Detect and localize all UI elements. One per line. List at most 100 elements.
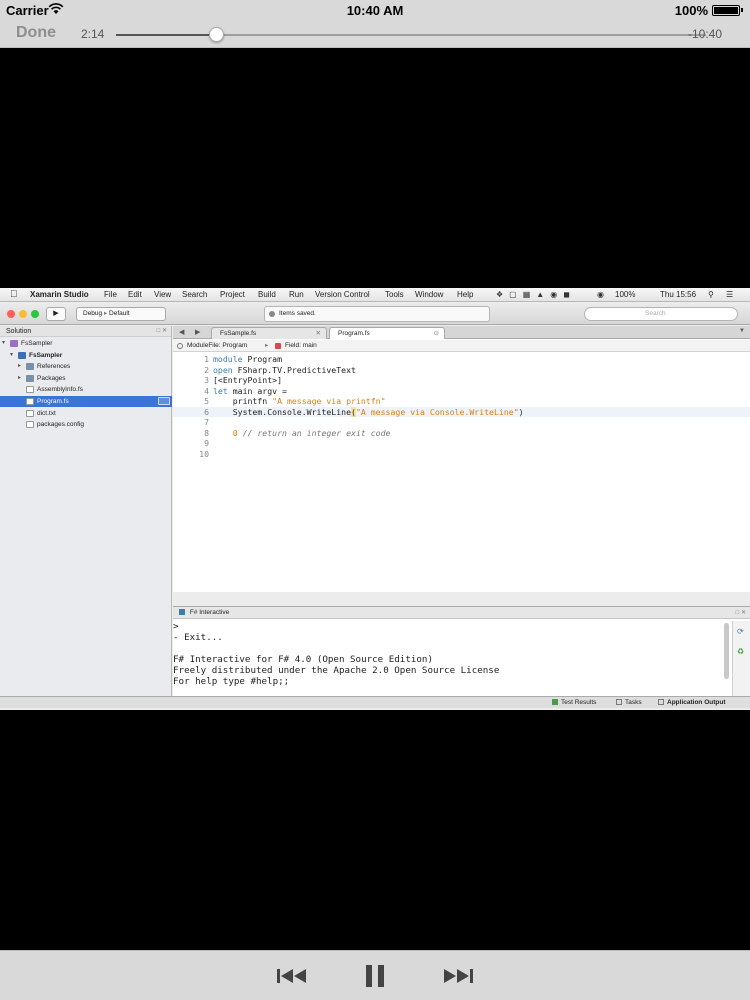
fsi-scrollbar[interactable] — [724, 623, 729, 679]
tab-back-icon[interactable]: ◀ — [179, 328, 184, 336]
menu-search[interactable]: Search — [182, 290, 207, 299]
code-line[interactable]: 1 module Program — [173, 354, 750, 365]
collapsed-arrow-icon[interactable]: ▸ — [18, 373, 21, 384]
notification-list-icon[interactable]: ☰ — [726, 290, 733, 299]
fsi-output-line: F# Interactive for F# 4.0 (Open Source E… — [173, 654, 433, 665]
wifi-tray-icon: ◉ — [597, 290, 604, 299]
tree-item-label: FsSampler — [21, 340, 53, 347]
menu-edit[interactable]: Edit — [128, 290, 142, 299]
pause-button[interactable] — [357, 963, 393, 989]
code-line[interactable]: 8 0 // return an integer exit code — [173, 428, 750, 439]
field-icon — [275, 343, 281, 349]
code-line[interactable]: 4 let main argv = — [173, 386, 750, 397]
menu-tools[interactable]: Tools — [385, 290, 404, 299]
pad-close-icon[interactable]: □ ✕ — [736, 607, 746, 619]
app-menu[interactable]: Xamarin Studio — [30, 290, 89, 299]
file-icon — [26, 398, 34, 405]
expanded-arrow-icon[interactable]: ▾ — [10, 350, 13, 361]
code-line[interactable]: 10 — [173, 449, 750, 460]
ide-status-box: Items saved. — [264, 306, 490, 322]
tree-item[interactable]: ▸ References — [0, 361, 172, 372]
clear-icon[interactable]: ♻ — [737, 647, 744, 656]
file-icon — [26, 409, 34, 417]
path-separator-icon: ▸ — [265, 342, 269, 349]
test-results-button[interactable]: Test Results — [552, 697, 596, 709]
menu-project[interactable]: Project — [220, 290, 245, 299]
ide-search-field[interactable]: Search — [584, 307, 738, 321]
code-line[interactable]: 5 printfn "A message via printfn" — [173, 396, 750, 407]
reset-session-icon[interactable]: ⟳ — [737, 627, 744, 636]
tree-item[interactable]: packages.config — [0, 419, 172, 430]
video-frame:  Xamarin Studio File Edit View Search P… — [0, 288, 750, 710]
apple-icon[interactable]:  — [10, 289, 18, 300]
zoom-window-icon[interactable] — [31, 310, 39, 318]
path-field[interactable]: Field: main — [285, 340, 317, 352]
fsi-output-line — [173, 643, 499, 654]
close-tab-icon[interactable]: ✕ — [316, 328, 321, 340]
minimize-window-icon[interactable] — [19, 310, 27, 318]
scrubber-thumb[interactable] — [209, 27, 225, 42]
tree-item[interactable]: dict.txt — [0, 408, 172, 419]
tab-overflow-icon[interactable]: ▼ — [739, 328, 745, 334]
tree-item[interactable]: Program.fs — [0, 396, 172, 407]
playback-controls — [0, 950, 750, 1000]
line-number: 5 — [204, 396, 209, 406]
scrubber-track[interactable] — [116, 27, 706, 42]
menu-window[interactable]: Window — [415, 290, 443, 299]
code-text: 0 // return an integer exit code — [213, 427, 391, 438]
menu-help[interactable]: Help — [457, 290, 473, 299]
tree-item-label: FsSampler — [29, 351, 63, 359]
remaining-time: -10:40 — [687, 27, 722, 41]
code-line[interactable]: 7 — [173, 417, 750, 428]
fsi-output[interactable]: > - Exit... F# Interactive for F# 4.0 (Ope… — [173, 621, 499, 687]
tab-program[interactable]: Program.fs ⊙ — [329, 327, 445, 339]
fsi-output-line: - Exit... — [173, 632, 223, 643]
close-window-icon[interactable] — [7, 310, 15, 318]
close-tab-icon[interactable]: ⊙ — [434, 328, 439, 340]
menu-build[interactable]: Build — [258, 290, 276, 299]
code-line[interactable]: 6 System.Console.WriteLine("A message vi… — [173, 406, 750, 417]
tasks-icon — [616, 699, 622, 706]
tab-fssample[interactable]: FsSample.fs ✕ — [211, 327, 327, 339]
skip-back-icon — [277, 969, 306, 983]
tree-item[interactable]: ▸ Packages — [0, 373, 172, 384]
menu-run[interactable]: Run — [289, 290, 304, 299]
pad-close-icon[interactable]: □ ✕ — [157, 326, 167, 337]
folder-icon — [26, 374, 34, 382]
code-text: let main argv = — [213, 385, 287, 396]
tree-item[interactable]: ▾ FsSampler — [0, 350, 172, 361]
target-label: Default — [109, 310, 130, 317]
tab-forward-icon[interactable]: ▶ — [195, 328, 200, 336]
tree-item[interactable]: ▾ FsSampler — [0, 338, 172, 349]
menu-view[interactable]: View — [154, 290, 171, 299]
folder-icon — [26, 363, 34, 371]
expanded-arrow-icon[interactable]: ▾ — [2, 338, 5, 349]
rewind-button[interactable] — [274, 963, 310, 989]
code-line[interactable]: 3 [<EntryPoint>] — [173, 375, 750, 386]
tree-item[interactable]: AssemblyInfo.fs — [0, 384, 172, 395]
code-line[interactable]: 2 open FSharp.TV.PredictiveText — [173, 365, 750, 376]
app-output-button[interactable]: Application Output — [658, 697, 726, 709]
fsi-output-line: For help type #help;; — [173, 676, 290, 687]
config-label: Debug — [83, 310, 103, 317]
fast-forward-button[interactable] — [440, 963, 476, 989]
code-text: printfn "A message via printfn" — [213, 396, 386, 406]
module-icon — [177, 343, 183, 349]
menu-version-control[interactable]: Version Control — [315, 290, 370, 299]
search-placeholder: Search — [645, 310, 666, 317]
path-module[interactable]: ModuleFile: Program — [187, 340, 247, 352]
tasks-button[interactable]: Tasks — [616, 697, 642, 709]
line-number: 9 — [204, 438, 209, 448]
battery-percent: 100% — [674, 3, 708, 18]
solution-pad-header: Solution □ ✕ — [0, 326, 171, 337]
collapsed-arrow-icon[interactable]: ▸ — [18, 361, 21, 372]
build-config-selector[interactable]: Debug ▸ Default — [76, 307, 166, 321]
code-line[interactable]: 9 — [173, 438, 750, 449]
menu-file[interactable]: File — [104, 290, 117, 299]
item-options-icon[interactable] — [158, 397, 170, 405]
spotlight-icon[interactable]: ⚲ — [708, 290, 714, 299]
done-button[interactable]: Done — [16, 24, 56, 42]
project-icon — [18, 351, 26, 359]
tree-item-label: AssemblyInfo.fs — [37, 386, 83, 394]
run-button[interactable]: ▶ — [46, 307, 66, 321]
